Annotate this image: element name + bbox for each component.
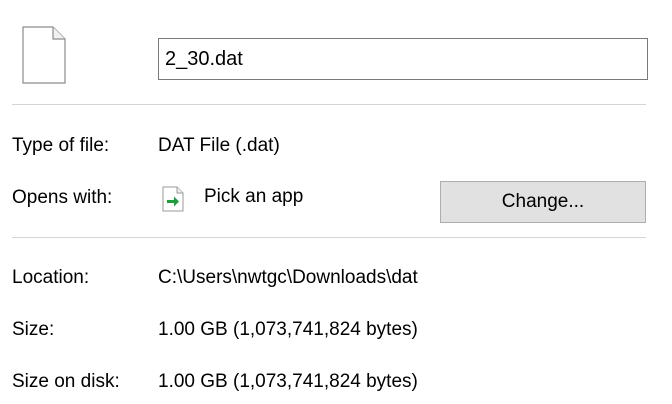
location-label: Location: [12,267,90,288]
opens-with-label: Opens with: [12,187,113,208]
blank-file-icon [22,26,66,84]
type-of-file-value: DAT File (.dat) [158,135,280,156]
change-app-button[interactable]: Change... [440,181,646,223]
file-name-input[interactable] [158,38,648,80]
size-value: 1.00 GB (1,073,741,824 bytes) [158,319,418,340]
default-app-name: Pick an app [204,186,304,207]
pick-app-icon [162,186,184,212]
location-value: C:\Users\nwtgc\Downloads\dat [158,267,418,288]
size-label: Size: [12,319,55,340]
size-on-disk-label: Size on disk: [12,371,120,392]
size-on-disk-value: 1.00 GB (1,073,741,824 bytes) [158,371,418,392]
type-of-file-label: Type of file: [12,135,110,156]
divider [12,104,646,105]
divider [12,237,646,238]
